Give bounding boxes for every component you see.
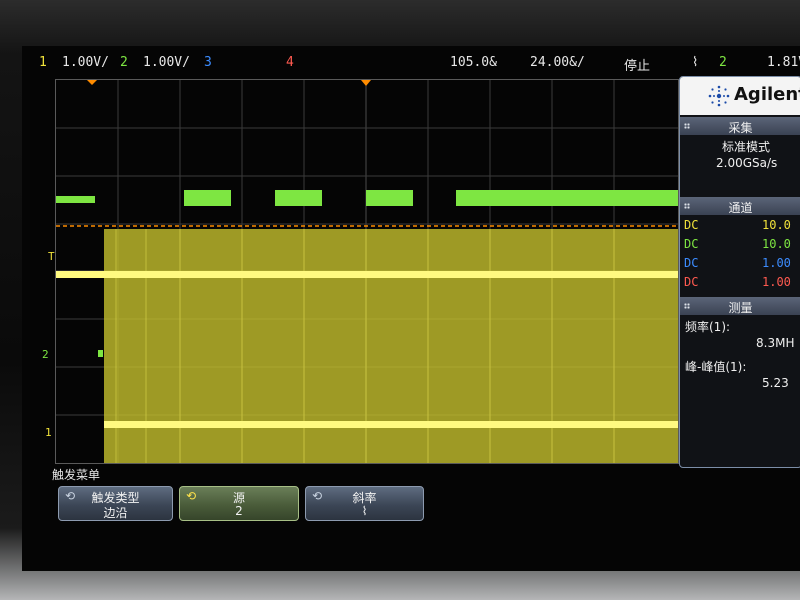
oscilloscope-screen: 1 1.00V/ 2 1.00V/ 3 4 105.0& 24.00&/ 停止 …	[22, 46, 800, 571]
info-panel: Agilent 采集 标准模式 2.00GSa/s 通道 DC 10.0 DC 10…	[679, 76, 800, 468]
slope-softkey[interactable]: ⟲ 斜率 ⌇	[305, 486, 424, 521]
time-delay[interactable]: 24.00&/	[530, 55, 585, 70]
sample-rate: 2.00GSa/s	[716, 156, 778, 170]
ch1-indicator[interactable]: 1	[39, 55, 47, 70]
waveform-display[interactable]	[55, 79, 679, 464]
waveform-svg	[56, 80, 678, 463]
menu-title: 触发菜单	[52, 468, 101, 482]
ch2-scale[interactable]: 1.00V/	[143, 55, 190, 70]
measurement-label-peak-to-peak: 峰-峰值(1):	[685, 360, 747, 374]
ch1-high-level	[56, 271, 678, 278]
spark-logo-icon	[708, 85, 730, 107]
run-state[interactable]: 停止	[624, 55, 650, 74]
ch2-indicator[interactable]: 2	[120, 55, 128, 70]
channel-row-2[interactable]: DC 10.0	[684, 237, 791, 251]
ch1-low-level	[104, 421, 678, 428]
channel-row-3[interactable]: DC 1.00	[684, 256, 791, 270]
brand-row: Agilent	[680, 77, 800, 115]
trigger-slope-icon: ⌇	[692, 55, 699, 70]
measurements-header[interactable]: 测量	[680, 297, 800, 315]
brand-name: Agilent	[734, 84, 800, 105]
measurement-value-frequency: 8.3MH	[756, 336, 795, 350]
status-bar: 1 1.00V/ 2 1.00V/ 3 4 105.0& 24.00&/ 停止 …	[22, 46, 800, 76]
channel-row-1[interactable]: DC 10.0	[684, 218, 791, 232]
trigger-type-softkey[interactable]: ⟲ 触发类型 边沿	[58, 486, 173, 521]
trigger-position-marker	[87, 80, 97, 85]
time-reference-marker	[361, 80, 371, 86]
measurement-label-frequency: 频率(1):	[685, 320, 731, 334]
trigger-level[interactable]: 1.81V	[767, 55, 800, 70]
ch4-indicator[interactable]: 4	[286, 55, 294, 70]
trigger-level-marker[interactable]: T	[48, 250, 55, 263]
ch3-indicator[interactable]: 3	[204, 55, 212, 70]
ch2-ground-marker[interactable]: 2	[42, 348, 49, 361]
ch1-scale[interactable]: 1.00V/	[62, 55, 109, 70]
acquisition-mode: 标准模式	[722, 140, 771, 154]
channel-row-4[interactable]: DC 1.00	[684, 275, 791, 289]
timebase-scale[interactable]: 105.0&	[450, 55, 497, 70]
acquisition-header[interactable]: 采集	[680, 117, 800, 135]
ch1-ground-marker[interactable]: 1	[45, 426, 52, 439]
channels-header[interactable]: 通道	[680, 197, 800, 215]
source-softkey[interactable]: ⟲ 源 2	[179, 486, 299, 521]
measurement-value-peak-to-peak: 5.23	[762, 376, 789, 390]
trigger-source[interactable]: 2	[719, 55, 727, 70]
